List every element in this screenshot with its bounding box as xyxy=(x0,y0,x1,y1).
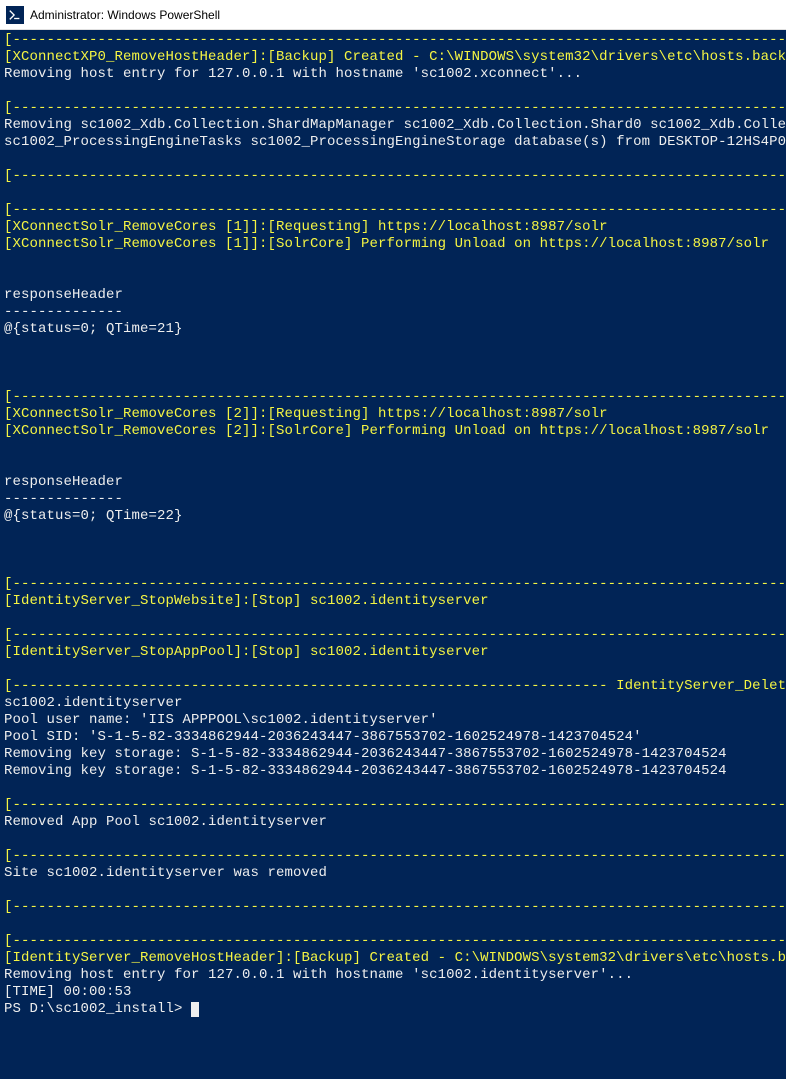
terminal-line: Removing key storage: S-1-5-82-333486294… xyxy=(4,746,727,762)
terminal-line: Pool user name: 'IIS APPPOOL\sc1002.iden… xyxy=(4,712,438,728)
terminal-line: -------------- xyxy=(4,491,123,507)
terminal-line: [---------------------------------------… xyxy=(4,678,786,694)
terminal-line: Removing key storage: S-1-5-82-333486294… xyxy=(4,763,727,779)
terminal-line: [---------------------------------------… xyxy=(4,202,786,218)
window-title: Administrator: Windows PowerShell xyxy=(30,8,220,22)
cursor xyxy=(191,1002,199,1017)
terminal-line: Site sc1002.identityserver was removed xyxy=(4,865,327,881)
terminal-line: @{status=0; QTime=21} xyxy=(4,321,183,337)
terminal-line: [---------------------------------------… xyxy=(4,627,786,643)
terminal-line: Removing host entry for 127.0.0.1 with h… xyxy=(4,66,582,82)
terminal-line: Removed App Pool sc1002.identityserver xyxy=(4,814,327,830)
terminal-line: [XConnectSolr_RemoveCores [1]]:[Requesti… xyxy=(4,219,608,235)
terminal-line: [XConnectXP0_RemoveHostHeader]:[Backup] … xyxy=(4,49,786,65)
terminal-line: [XConnectSolr_RemoveCores [2]]:[Requesti… xyxy=(4,406,608,422)
terminal-line: [---------------------------------------… xyxy=(4,32,786,48)
terminal-line: @{status=0; QTime=22} xyxy=(4,508,183,524)
terminal-line: Pool SID: 'S-1-5-82-3334862944-203624344… xyxy=(4,729,642,745)
terminal-line: Removing sc1002_Xdb.Collection.ShardMapM… xyxy=(4,117,786,133)
prompt[interactable]: PS D:\sc1002_install> xyxy=(4,1001,183,1017)
window-titlebar[interactable]: Administrator: Windows PowerShell xyxy=(0,0,786,30)
terminal-line: [---------------------------------------… xyxy=(4,389,786,405)
terminal-line: -------------- xyxy=(4,304,123,320)
terminal-line: [TIME] 00:00:53 xyxy=(4,984,132,1000)
powershell-icon xyxy=(6,6,24,24)
terminal-line: responseHeader xyxy=(4,474,123,490)
terminal-line: [---------------------------------------… xyxy=(4,848,786,864)
terminal-line: [---------------------------------------… xyxy=(4,933,786,949)
terminal-line: Removing host entry for 127.0.0.1 with h… xyxy=(4,967,633,983)
terminal-line: [---------------------------------------… xyxy=(4,100,786,116)
terminal-line: [XConnectSolr_RemoveCores [2]]:[SolrCore… xyxy=(4,423,769,439)
terminal-line: sc1002_ProcessingEngineTasks sc1002_Proc… xyxy=(4,134,786,150)
terminal-line: [---------------------------------------… xyxy=(4,576,786,592)
terminal-line: [XConnectSolr_RemoveCores [1]]:[SolrCore… xyxy=(4,236,769,252)
terminal-line: [---------------------------------------… xyxy=(4,168,786,184)
terminal-output[interactable]: [---------------------------------------… xyxy=(0,30,786,1079)
terminal-line: [IdentityServer_StopAppPool]:[Stop] sc10… xyxy=(4,644,489,660)
terminal-line: [IdentityServer_RemoveHostHeader]:[Backu… xyxy=(4,950,786,966)
terminal-line: [---------------------------------------… xyxy=(4,797,786,813)
terminal-line: responseHeader xyxy=(4,287,123,303)
terminal-line: sc1002.identityserver xyxy=(4,695,183,711)
terminal-line: [IdentityServer_StopWebsite]:[Stop] sc10… xyxy=(4,593,489,609)
terminal-line: [---------------------------------------… xyxy=(4,899,786,915)
